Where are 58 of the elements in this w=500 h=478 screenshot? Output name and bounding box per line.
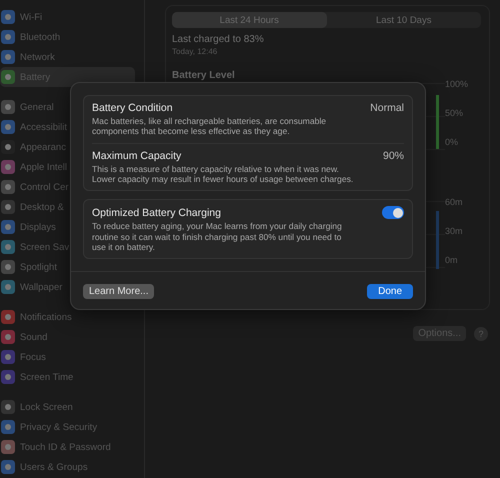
sidebar-item[interactable]: Users & Groups (0, 457, 135, 477)
app-tile-icon (1, 50, 15, 64)
chart-bar (436, 95, 439, 149)
sidebar-item[interactable]: Wi-Fi (0, 7, 135, 27)
setting-description: Mac batteries, like all rechargeable batteries, are consumable components that become less effective as they age. (92, 116, 328, 137)
app-tile-icon (1, 330, 15, 344)
sidebar-item[interactable]: Screen Time (0, 367, 135, 387)
app-tile-icon (1, 120, 15, 134)
sidebar-item[interactable]: Lock Screen (0, 397, 135, 417)
app-tile-icon (1, 460, 15, 474)
app-tile-icon (1, 400, 15, 414)
app-tile-icon (1, 180, 15, 194)
section-title: Battery Level (172, 70, 236, 81)
sidebar-item[interactable]: Privacy & Security (0, 417, 135, 437)
last-charged-text: Last charged to 83% (172, 34, 265, 45)
setting-value: Normal (370, 102, 404, 114)
app-tile-icon (1, 240, 15, 254)
chart-bar (436, 211, 439, 269)
sidebar-item[interactable]: Focus (0, 347, 135, 367)
setting-description: To reduce battery aging, your Mac learns from your daily charging routine so it can wait to finish charging past 80% until you need to use it on battery. (92, 221, 343, 252)
app-tile-icon (1, 200, 15, 214)
app-tile-icon (1, 420, 15, 434)
axis-label: 0m (445, 255, 459, 265)
app-tile-icon (1, 140, 15, 154)
last-charged-time: Today, 12:46 (172, 47, 218, 56)
app-tile-icon (1, 70, 15, 84)
sidebar-item[interactable]: Spotlight (0, 257, 135, 277)
setting-description: This is a measure of battery capacity relative to when it was new. Lower capacity may result in fewer hours of usage between charges. (92, 164, 354, 184)
done-button[interactable]: Done (367, 284, 413, 300)
app-tile-icon (1, 10, 15, 24)
axis-label: 30m (445, 226, 464, 236)
segment-tab[interactable]: Last 10 Days (326, 12, 481, 28)
axis-label: 60m (445, 197, 464, 207)
app-tile-icon (1, 370, 15, 384)
sidebar-item[interactable]: Touch ID & Password (0, 437, 135, 457)
setting-value: 90% (382, 150, 404, 162)
app-tile-icon (1, 220, 15, 234)
app-tile-icon (1, 440, 15, 454)
app-tile-icon (1, 30, 15, 44)
help-button[interactable]: ? (474, 326, 488, 340)
sidebar-item[interactable]: Network (0, 47, 135, 67)
setting-title: Battery Condition (92, 102, 173, 114)
axis-label: 50% (445, 108, 464, 118)
sidebar-item[interactable]: Notifications (0, 307, 135, 327)
app-tile-icon (1, 280, 15, 294)
toggle-switch[interactable] (382, 206, 404, 220)
app-tile-icon (1, 100, 15, 114)
setting-title: Maximum Capacity (92, 150, 182, 162)
axis-label: 0% (445, 137, 460, 147)
app-tile-icon (1, 310, 15, 324)
setting-title: Optimized Battery Charging (92, 206, 221, 219)
axis-label: 100% (445, 79, 470, 89)
app-tile-icon (1, 160, 15, 174)
sidebar-item[interactable]: Sound (0, 327, 135, 347)
sidebar-item[interactable]: Bluetooth (0, 27, 135, 47)
app-tile-icon (1, 350, 15, 364)
learn-more-button[interactable]: Learn More... (83, 284, 154, 300)
app-tile-icon (1, 260, 15, 274)
